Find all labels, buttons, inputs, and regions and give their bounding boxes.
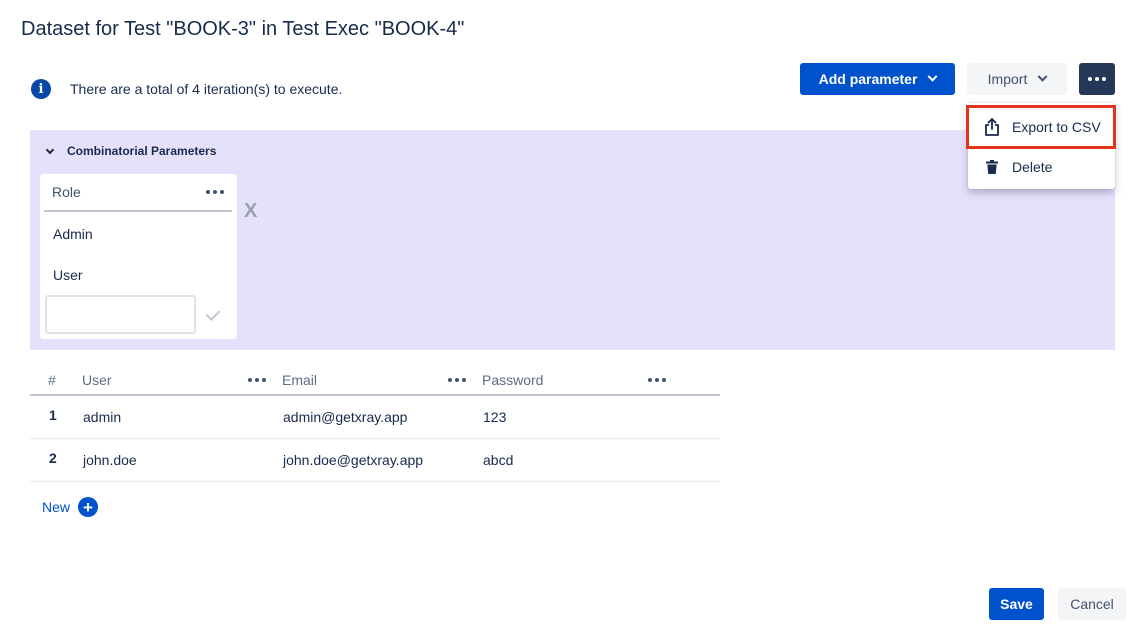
menu-item-delete[interactable]: Delete <box>968 147 1115 187</box>
parameter-name: Role <box>52 184 81 200</box>
cell-email[interactable]: admin@getxray.app <box>283 409 407 425</box>
export-icon <box>985 118 999 136</box>
info-message: i There are a total of 4 iteration(s) to… <box>31 79 342 99</box>
parameter-value[interactable]: User <box>53 267 83 283</box>
new-row-button[interactable]: New + <box>42 497 99 517</box>
row-number: 1 <box>49 407 57 423</box>
parameter-value[interactable]: Admin <box>53 226 93 242</box>
info-text: There are a total of 4 iteration(s) to e… <box>70 81 343 97</box>
remove-parameter-icon[interactable]: X <box>244 200 257 223</box>
table-header: # User Email Password <box>30 364 720 396</box>
column-header-number: # <box>48 372 56 388</box>
menu-item-label: Delete <box>1012 159 1053 175</box>
column-header-user: User <box>82 372 112 388</box>
cell-password[interactable]: 123 <box>483 409 506 425</box>
cancel-button[interactable]: Cancel <box>1058 588 1126 620</box>
chevron-down-icon <box>927 71 938 82</box>
cell-password[interactable]: abcd <box>483 452 513 468</box>
new-value-input[interactable] <box>45 295 196 334</box>
cell-email[interactable]: john.doe@getxray.app <box>283 452 423 468</box>
column-header-password: Password <box>482 372 544 388</box>
dataset-table: # User Email Password 1 admin admin@getx… <box>30 364 720 482</box>
cell-user[interactable]: admin <box>83 409 121 425</box>
combinatorial-header: Combinatorial Parameters <box>67 144 217 158</box>
table-row: 1 admin admin@getxray.app 123 <box>30 396 720 439</box>
plus-icon: + <box>78 497 99 517</box>
import-label: Import <box>987 71 1028 87</box>
parameter-more-icon[interactable] <box>206 190 224 194</box>
more-actions-button[interactable] <box>1079 63 1115 95</box>
column-header-email: Email <box>282 372 318 388</box>
row-number: 2 <box>49 450 57 466</box>
column-user-more-icon[interactable] <box>248 378 266 382</box>
menu-item-export-csv[interactable]: Export to CSV <box>968 107 1115 147</box>
import-button[interactable]: Import <box>967 63 1067 95</box>
add-parameter-label: Add parameter <box>818 71 918 87</box>
new-row-label: New <box>42 499 71 515</box>
more-icon <box>1088 77 1106 81</box>
chevron-down-icon <box>1037 71 1048 82</box>
parameter-card: Role Admin User <box>40 174 237 339</box>
trash-icon <box>986 160 998 174</box>
more-actions-menu: Export to CSV Delete <box>968 103 1115 189</box>
parameter-header: Role <box>44 174 232 212</box>
check-icon[interactable] <box>205 306 221 321</box>
column-email-more-icon[interactable] <box>448 378 466 382</box>
combinatorial-toggle[interactable]: Combinatorial Parameters <box>45 144 217 158</box>
info-icon: i <box>31 79 51 99</box>
add-parameter-button[interactable]: Add parameter <box>800 63 955 95</box>
combinatorial-parameters-panel: Combinatorial Parameters Role Admin User… <box>30 130 1115 350</box>
table-row: 2 john.doe john.doe@getxray.app abcd <box>30 439 720 482</box>
cell-user[interactable]: john.doe <box>83 452 137 468</box>
save-button[interactable]: Save <box>989 588 1044 620</box>
chevron-down-icon <box>45 145 55 154</box>
menu-item-label: Export to CSV <box>1012 119 1101 135</box>
column-password-more-icon[interactable] <box>648 378 666 382</box>
page-title: Dataset for Test "BOOK-3" in Test Exec "… <box>21 18 465 40</box>
